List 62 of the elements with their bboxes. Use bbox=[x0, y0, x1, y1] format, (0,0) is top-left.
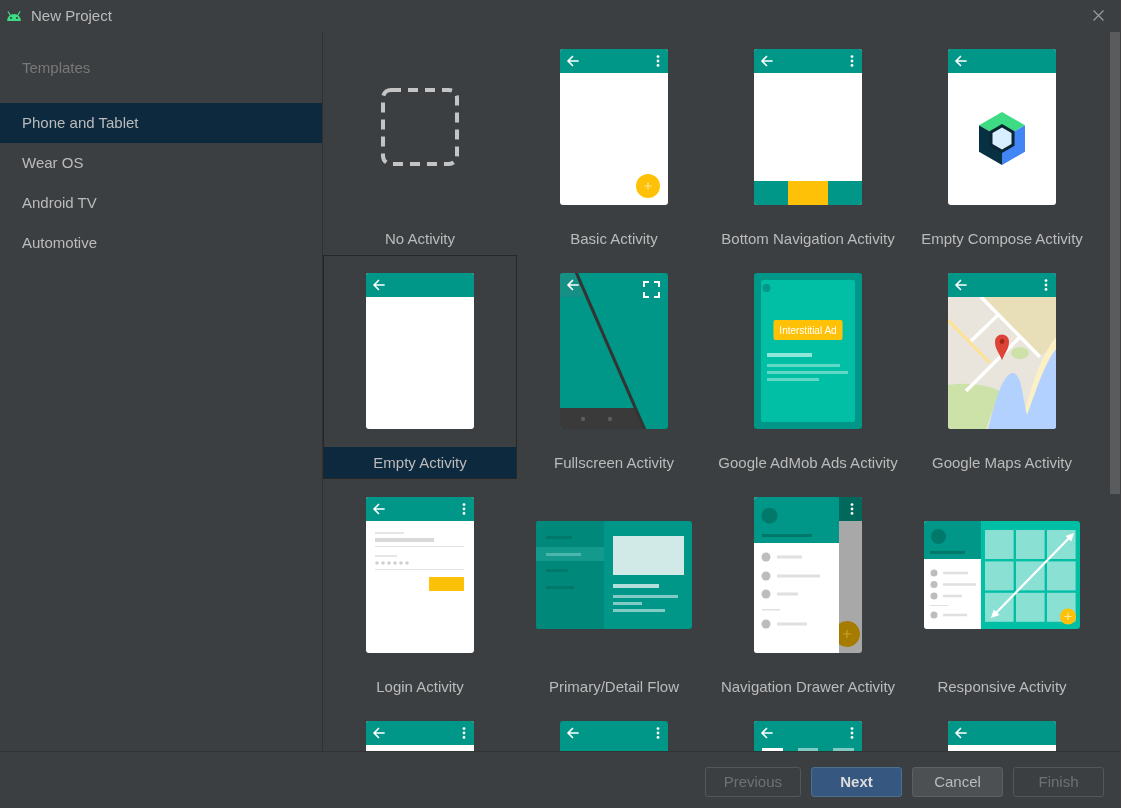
back-arrow-icon bbox=[567, 279, 579, 291]
back-arrow-icon bbox=[373, 279, 385, 291]
template-label: Bottom Navigation Activity bbox=[721, 229, 895, 248]
back-arrow-icon bbox=[373, 503, 385, 515]
back-arrow-icon bbox=[761, 727, 773, 739]
plus-circle-icon bbox=[636, 174, 660, 198]
back-arrow-icon bbox=[955, 727, 967, 739]
template-tile[interactable]: Interstitial Ad Google AdMob Ads Activity bbox=[711, 255, 905, 479]
template-label: Responsive Activity bbox=[937, 677, 1067, 696]
template-label: Login Activity bbox=[376, 677, 464, 696]
plus-circle-icon bbox=[1060, 608, 1076, 625]
ad-label: Interstitial Ad bbox=[773, 320, 843, 340]
map-pin-icon bbox=[995, 334, 1009, 360]
sidebar-item[interactable]: Wear OS bbox=[0, 143, 322, 183]
more-options-icon bbox=[850, 727, 854, 739]
sidebar-item[interactable]: Automotive bbox=[0, 223, 322, 263]
back-arrow-icon bbox=[567, 727, 579, 739]
close-icon[interactable] bbox=[1093, 10, 1104, 21]
template-label: Primary/Detail Flow bbox=[549, 677, 679, 696]
hexagon-logo-icon bbox=[979, 112, 1025, 165]
dialog-button[interactable]: Cancel bbox=[912, 767, 1003, 797]
back-arrow-icon bbox=[955, 55, 967, 67]
fullscreen-icon bbox=[643, 281, 660, 298]
scrollbar-thumb[interactable] bbox=[1110, 32, 1120, 494]
dialog-button[interactable]: Next bbox=[811, 767, 902, 797]
back-arrow-icon bbox=[761, 55, 773, 67]
template-tile[interactable]: Basic Activity bbox=[517, 31, 711, 255]
more-options-icon bbox=[1044, 279, 1048, 291]
more-options-icon bbox=[656, 55, 660, 67]
template-tile[interactable]: Empty Activity bbox=[323, 255, 517, 479]
back-arrow-icon bbox=[567, 55, 579, 67]
window-title: New Project bbox=[31, 6, 112, 25]
robot-icon bbox=[6, 10, 22, 21]
dashed-square-icon bbox=[381, 88, 459, 166]
template-label: No Activity bbox=[385, 229, 455, 248]
template-label: Empty Activity bbox=[373, 453, 467, 472]
template-tile[interactable]: No Activity bbox=[323, 31, 517, 255]
sidebar-item[interactable]: Phone and Tablet bbox=[0, 103, 322, 143]
template-tile[interactable]: Responsive Activity bbox=[905, 479, 1099, 703]
template-tile[interactable]: Primary/Detail Flow bbox=[517, 479, 711, 703]
template-tile[interactable]: Bottom Navigation Activity bbox=[711, 31, 905, 255]
template-tile[interactable]: Fullscreen Activity bbox=[517, 255, 711, 479]
template-tile[interactable]: Navigation Drawer Activity bbox=[711, 479, 905, 703]
template-label: Basic Activity bbox=[570, 229, 658, 248]
template-label: Google AdMob Ads Activity bbox=[718, 453, 898, 472]
template-tile[interactable]: Empty Compose Activity bbox=[905, 31, 1099, 255]
more-options-icon bbox=[462, 503, 466, 515]
sidebar-heading: Templates bbox=[21, 58, 91, 78]
more-options-icon bbox=[656, 727, 660, 739]
template-label: Navigation Drawer Activity bbox=[720, 677, 896, 696]
double-arrow-icon bbox=[991, 533, 1074, 618]
more-options-icon bbox=[462, 727, 466, 739]
sidebar-item[interactable]: Android TV bbox=[0, 183, 322, 223]
more-options-icon bbox=[850, 55, 854, 67]
back-arrow-icon bbox=[373, 727, 385, 739]
more-options-icon bbox=[850, 503, 854, 515]
template-label: Google Maps Activity bbox=[931, 453, 1073, 472]
template-label: Empty Compose Activity bbox=[921, 229, 1083, 248]
template-label: Fullscreen Activity bbox=[553, 453, 674, 472]
template-tile[interactable]: Google Maps Activity bbox=[905, 255, 1099, 479]
back-arrow-icon bbox=[955, 279, 967, 291]
template-tile[interactable]: Login Activity bbox=[323, 479, 517, 703]
